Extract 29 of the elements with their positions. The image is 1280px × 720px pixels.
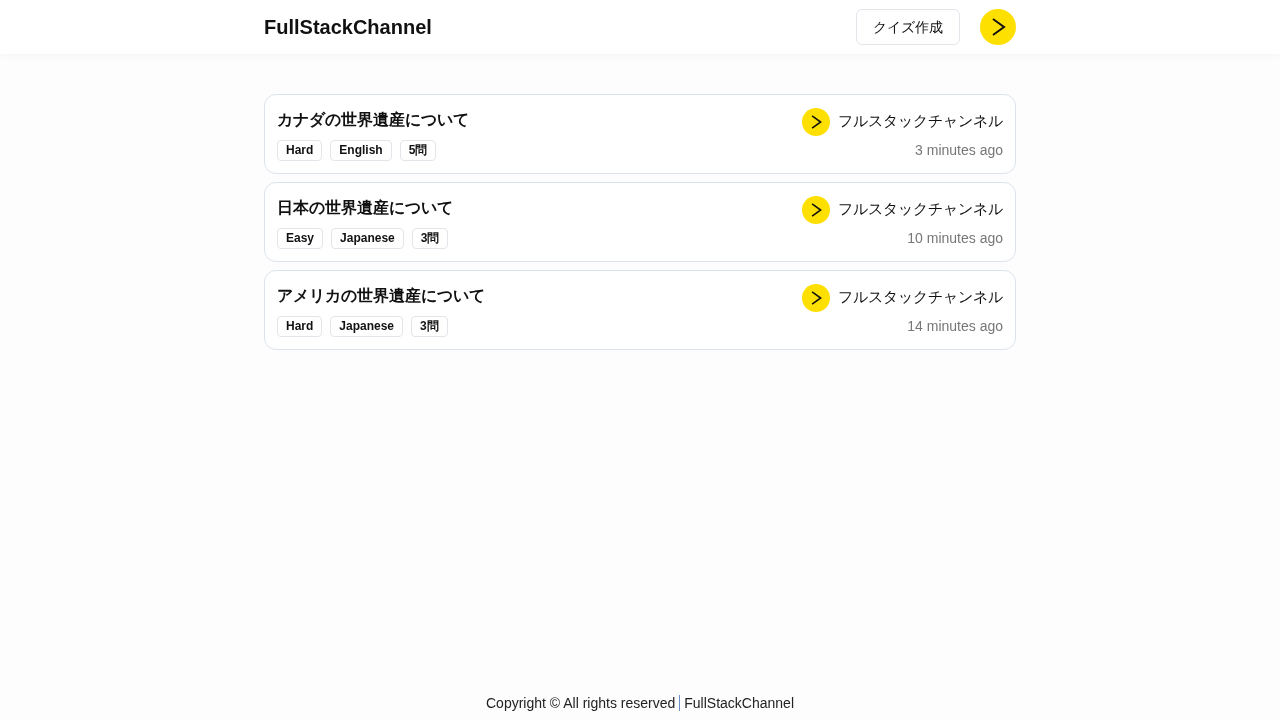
author-avatar-icon[interactable] bbox=[802, 195, 830, 224]
copyright-text: Copyright © All rights reserved bbox=[486, 693, 676, 713]
quiz-title: 日本の世界遺産について bbox=[277, 197, 453, 218]
quiz-tag: 3問 bbox=[411, 227, 449, 249]
quiz-tag: 3問 bbox=[411, 315, 448, 337]
posted-time: 3 minutes ago bbox=[915, 140, 1003, 160]
avatar-icon[interactable] bbox=[980, 9, 1016, 45]
brand-title[interactable]: FullStackChannel bbox=[264, 12, 432, 42]
posted-time: 14 minutes ago bbox=[907, 316, 1003, 336]
quiz-title: カナダの世界遺産について bbox=[277, 109, 469, 130]
posted-time: 10 minutes ago bbox=[907, 228, 1003, 248]
author-name: フルスタックチャンネル bbox=[838, 111, 1003, 132]
quiz-tag: 5問 bbox=[399, 139, 437, 161]
quiz-tag: English bbox=[330, 139, 392, 161]
author-name: フルスタックチャンネル bbox=[838, 287, 1003, 308]
author-name: フルスタックチャンネル bbox=[838, 199, 1003, 220]
quiz-tag: Japanese bbox=[331, 227, 404, 249]
author-avatar-icon[interactable] bbox=[802, 107, 830, 136]
quiz-tag: Japanese bbox=[330, 315, 404, 337]
quiz-tag: Hard bbox=[277, 139, 323, 161]
footer-brand: FullStackChannel bbox=[684, 693, 794, 713]
author-avatar-icon[interactable] bbox=[802, 283, 830, 312]
quiz-tag: Easy bbox=[277, 227, 324, 249]
quiz-card[interactable]: アメリカの世界遺産について Hard Japanese 3問 フルスタックチャンネル 14 minutes ago bbox=[264, 270, 1016, 350]
quiz-tag: Hard bbox=[277, 315, 323, 337]
quiz-card[interactable]: 日本の世界遺産について Easy Japanese 3問 フルスタックチャンネル 10 minutes ago bbox=[264, 182, 1016, 262]
create-quiz-button[interactable]: クイズ作成 bbox=[856, 9, 960, 45]
quiz-title: アメリカの世界遺産について bbox=[277, 285, 485, 306]
quiz-card[interactable]: カナダの世界遺産について Hard English 5問 フルスタックチャンネル 3 minutes ago bbox=[264, 94, 1016, 174]
